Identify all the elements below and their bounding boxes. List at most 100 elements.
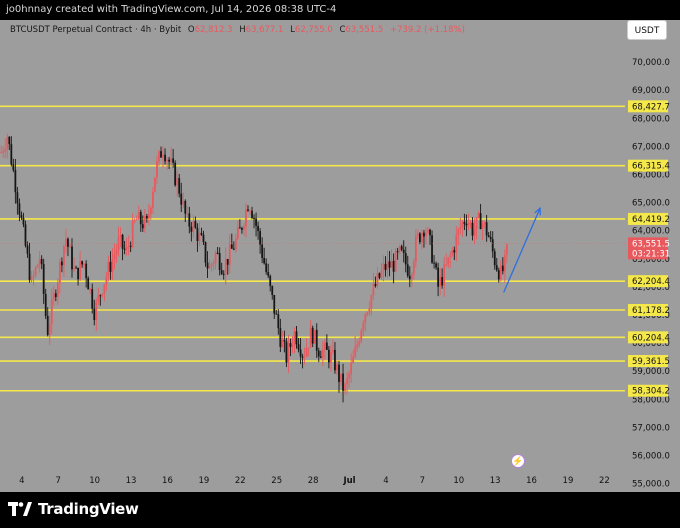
candle-237[interactable] xyxy=(479,203,482,230)
candle-35[interactable] xyxy=(71,238,73,278)
candle-64[interactable] xyxy=(129,241,132,253)
level-tag-2[interactable]: 64,419.2 xyxy=(628,212,670,225)
candle-102[interactable] xyxy=(206,251,209,278)
candle-86[interactable] xyxy=(174,160,177,187)
candle-88[interactable] xyxy=(178,173,181,198)
candle-73[interactable] xyxy=(147,203,150,226)
candle-93[interactable] xyxy=(188,206,191,234)
tradingview-logo[interactable]: TradingView xyxy=(8,500,139,518)
candle-159[interactable] xyxy=(321,341,324,367)
candle-127[interactable] xyxy=(257,221,259,240)
candle-105[interactable] xyxy=(212,259,215,271)
candle-244[interactable] xyxy=(493,248,496,270)
candle-201[interactable] xyxy=(406,255,409,278)
candle-30[interactable] xyxy=(60,257,63,273)
candle-49[interactable] xyxy=(99,294,102,306)
candle-85[interactable] xyxy=(172,149,175,168)
candle-182[interactable] xyxy=(368,301,371,317)
candle-154[interactable] xyxy=(311,325,314,348)
candle-163[interactable] xyxy=(330,345,332,372)
candle-210[interactable] xyxy=(425,227,427,245)
level-tag-0[interactable]: 68,427.7 xyxy=(628,100,670,113)
candle-55[interactable] xyxy=(111,248,114,280)
candle-43[interactable] xyxy=(87,276,90,290)
candle-67[interactable] xyxy=(135,215,138,221)
candle-135[interactable] xyxy=(273,294,276,319)
candle-245[interactable] xyxy=(495,257,498,272)
candle-78[interactable] xyxy=(158,149,160,167)
candle-48[interactable] xyxy=(97,287,100,306)
level-tag-5[interactable]: 60,204.4 xyxy=(628,331,670,344)
candle-38[interactable] xyxy=(77,267,79,286)
candle-116[interactable] xyxy=(234,234,237,253)
candle-45[interactable] xyxy=(91,283,94,314)
candle-132[interactable] xyxy=(267,263,270,279)
candle-166[interactable] xyxy=(336,360,338,375)
candle-193[interactable] xyxy=(390,249,393,268)
symbol-label[interactable]: BTCUSDT Perpetual Contract · 4h · Bybit xyxy=(10,25,181,35)
candle-68[interactable] xyxy=(137,205,140,220)
candle-173[interactable] xyxy=(350,353,353,384)
candle-222[interactable] xyxy=(449,251,452,268)
candle-74[interactable] xyxy=(149,205,152,220)
candle-117[interactable] xyxy=(236,220,239,241)
candle-138[interactable] xyxy=(279,318,282,353)
candle-3[interactable] xyxy=(6,133,9,159)
candle-211[interactable] xyxy=(427,227,429,235)
candle-187[interactable] xyxy=(378,272,381,280)
candle-186[interactable] xyxy=(376,266,379,289)
candle-21[interactable] xyxy=(42,258,45,304)
candle-44[interactable] xyxy=(89,288,92,295)
candle-109[interactable] xyxy=(220,262,223,276)
candle-23[interactable] xyxy=(46,307,49,337)
candle-168[interactable] xyxy=(340,373,342,386)
candle-235[interactable] xyxy=(475,216,478,240)
candle-53[interactable] xyxy=(107,255,110,282)
candle-158[interactable] xyxy=(319,350,322,359)
candle-203[interactable] xyxy=(410,271,413,287)
candle-119[interactable] xyxy=(241,226,243,234)
level-tag-1[interactable]: 66,315.4 xyxy=(628,159,670,172)
candle-217[interactable] xyxy=(439,267,442,295)
candle-51[interactable] xyxy=(103,283,106,302)
candle-114[interactable] xyxy=(230,233,233,249)
candle-124[interactable] xyxy=(251,206,253,220)
price-chart[interactable]: 55,000.0 56,000.0 57,000.0 58,000.0 59,000.0… xyxy=(0,20,680,492)
candle-167[interactable] xyxy=(338,360,340,393)
candle-80[interactable] xyxy=(162,146,164,168)
candle-27[interactable] xyxy=(54,289,57,302)
candle-152[interactable] xyxy=(307,347,310,357)
candle-106[interactable] xyxy=(214,250,217,270)
candle-142[interactable] xyxy=(287,334,290,373)
candle-196[interactable] xyxy=(396,247,399,260)
candle-57[interactable] xyxy=(115,244,118,263)
candle-246[interactable] xyxy=(497,267,500,283)
candle-123[interactable] xyxy=(249,209,251,215)
candle-82[interactable] xyxy=(166,157,168,170)
candle-145[interactable] xyxy=(293,327,296,354)
candle-243[interactable] xyxy=(491,231,494,258)
candle-98[interactable] xyxy=(198,222,201,247)
candle-176[interactable] xyxy=(356,339,359,352)
candle-190[interactable] xyxy=(384,256,387,277)
candle-129[interactable] xyxy=(261,237,264,264)
candle-209[interactable] xyxy=(423,230,425,248)
candle-232[interactable] xyxy=(469,219,472,229)
candle-32[interactable] xyxy=(65,228,67,253)
candle-18[interactable] xyxy=(36,263,39,269)
level-tag-6[interactable]: 59,361.5 xyxy=(628,355,670,368)
candle-24[interactable] xyxy=(48,314,51,346)
candle-221[interactable] xyxy=(447,257,450,269)
candle-5[interactable] xyxy=(10,136,13,167)
candle-111[interactable] xyxy=(224,247,227,285)
candle-17[interactable] xyxy=(34,266,37,279)
candle-90[interactable] xyxy=(182,192,185,208)
candle-113[interactable] xyxy=(228,234,231,274)
candle-169[interactable] xyxy=(342,363,344,403)
candle-224[interactable] xyxy=(453,246,456,261)
candle-241[interactable] xyxy=(487,232,490,238)
candle-178[interactable] xyxy=(360,328,363,344)
candle-41[interactable] xyxy=(83,262,86,269)
candle-83[interactable] xyxy=(168,157,170,169)
candle-151[interactable] xyxy=(305,337,308,358)
